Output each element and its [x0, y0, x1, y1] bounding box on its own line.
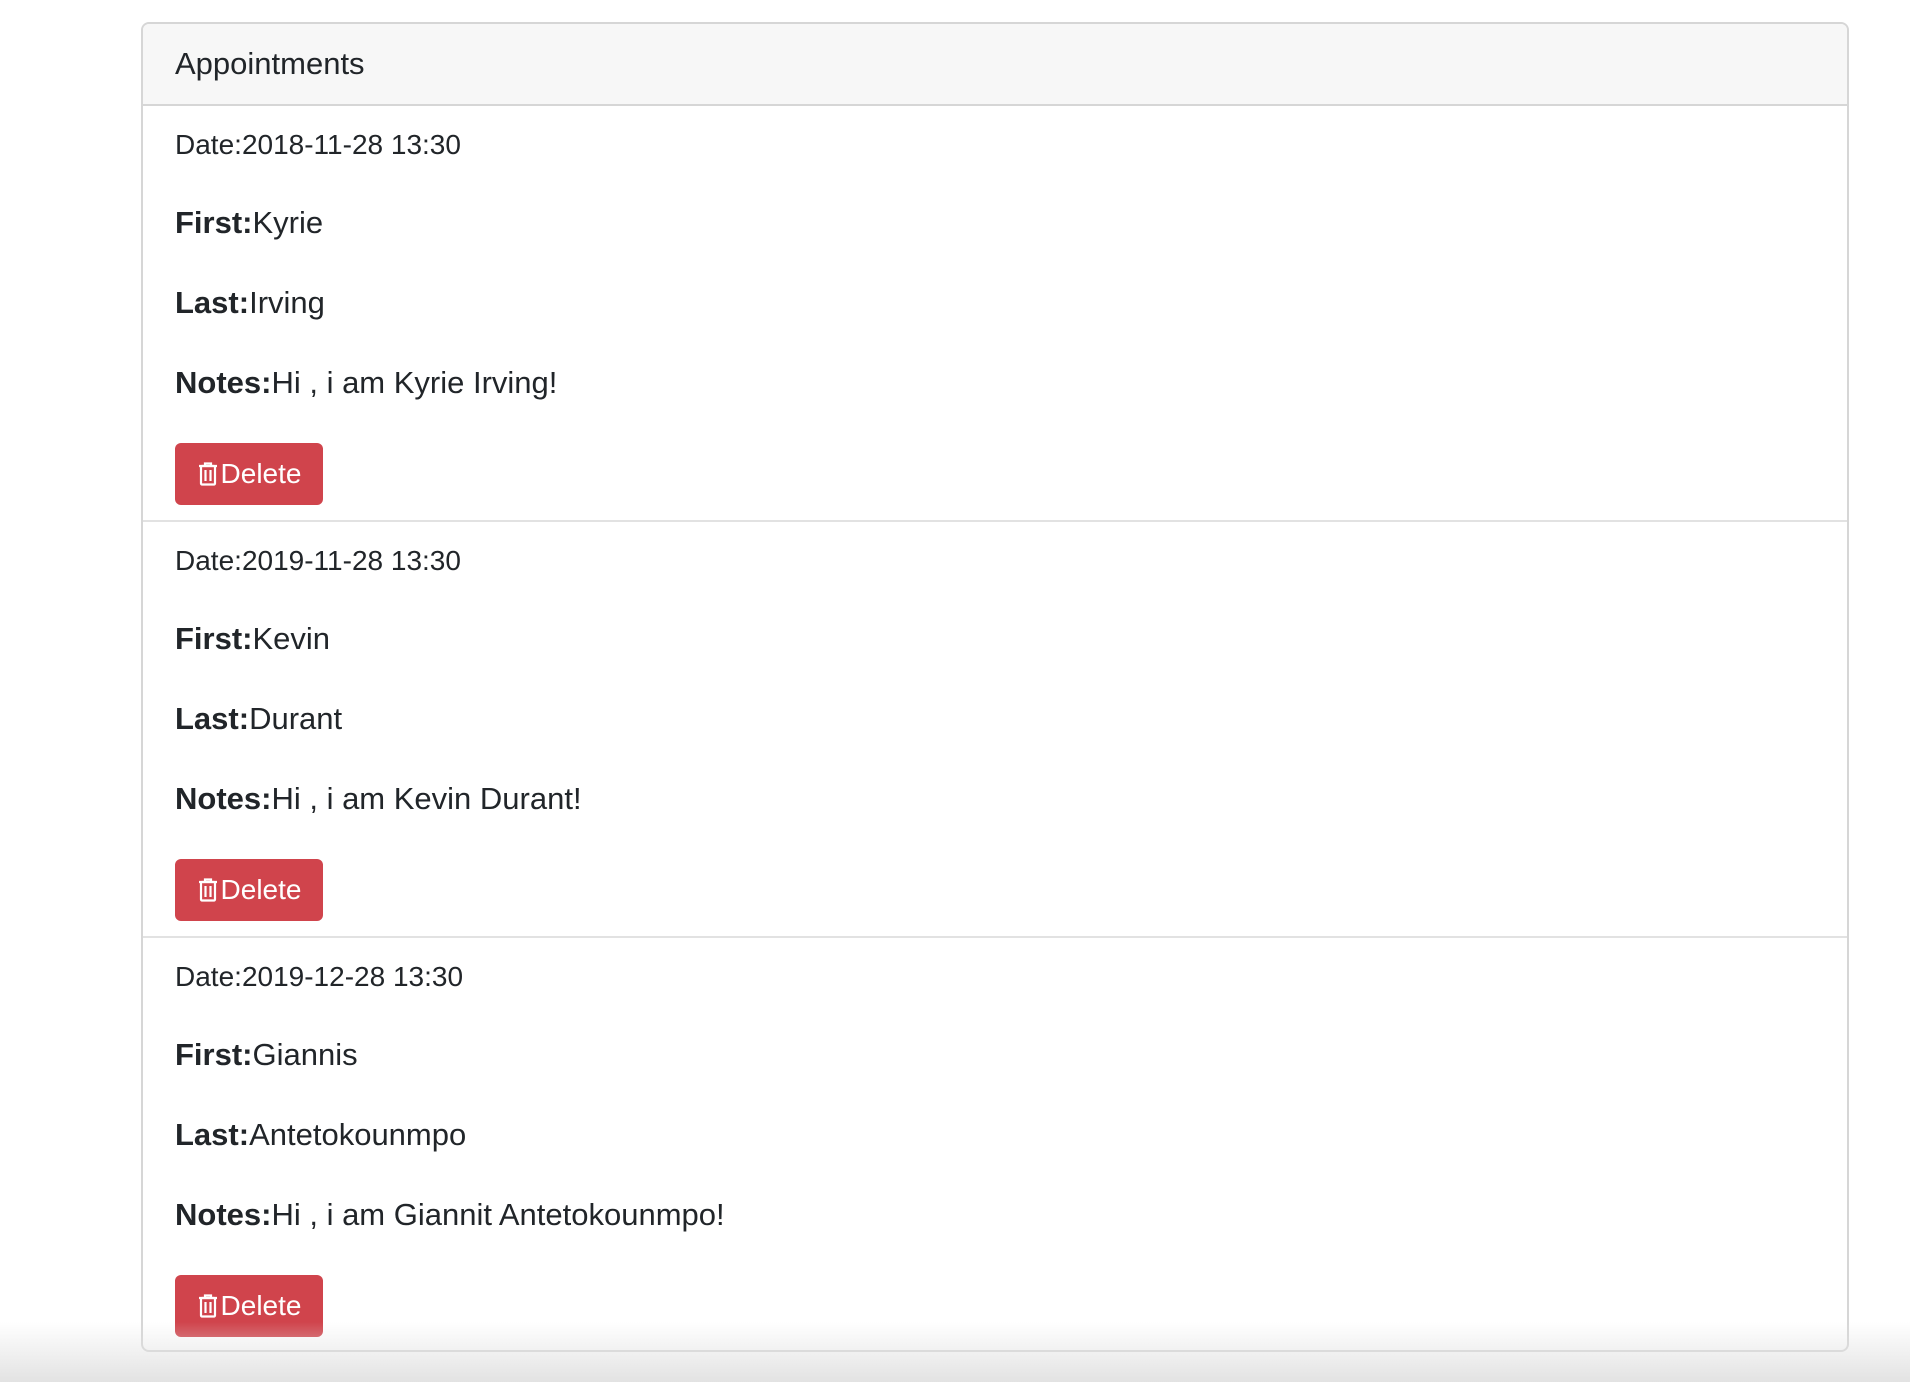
date-label: Date:	[175, 545, 242, 576]
first-label: First:	[175, 621, 253, 656]
last-label: Last:	[175, 1117, 250, 1152]
trash-icon	[197, 461, 219, 487]
trash-icon	[197, 1293, 219, 1319]
appointment-date: Date:2018-11-28 13:30	[175, 129, 461, 161]
appointment-date: Date:2019-11-28 13:30	[175, 545, 461, 577]
appointment-item: Date:2019-12-28 13:30 First:Giannis Last…	[143, 938, 1847, 1350]
card-header: Appointments	[143, 24, 1847, 106]
notes-value: Hi , i am Kyrie Irving!	[271, 365, 558, 400]
last-value: Irving	[249, 285, 325, 320]
card-title: Appointments	[175, 46, 365, 81]
delete-label: Delete	[220, 458, 302, 489]
last-value: Antetokounmpo	[249, 1117, 467, 1152]
first-value: Kevin	[252, 621, 331, 656]
appointment-item: Date:2019-11-28 13:30 First:Kevin Last:D…	[143, 522, 1847, 938]
last-label: Last:	[175, 701, 250, 736]
delete-button[interactable]: Delete	[175, 1275, 323, 1337]
notes-label: Notes:	[175, 1197, 272, 1232]
date-label: Date:	[175, 961, 242, 992]
delete-button[interactable]: Delete	[175, 443, 323, 505]
appointment-item: Date:2018-11-28 13:30 First:Kyrie Last:I…	[143, 106, 1847, 522]
notes-value: Hi , i am Kevin Durant!	[271, 781, 582, 816]
notes-line: Notes:Hi , i am Kevin Durant!	[175, 781, 582, 817]
notes-label: Notes:	[175, 365, 272, 400]
date-value: 2019-12-28 13:30	[241, 961, 464, 992]
last-name-line: Last:Durant	[175, 701, 342, 737]
last-name-line: Last:Antetokounmpo	[175, 1117, 466, 1153]
notes-line: Notes:Hi , i am Kyrie Irving!	[175, 365, 557, 401]
first-name-line: First:Giannis	[175, 1037, 358, 1073]
first-name-line: First:Kyrie	[175, 205, 323, 241]
last-name-line: Last:Irving	[175, 285, 325, 321]
delete-label: Delete	[220, 1290, 302, 1321]
notes-label: Notes:	[175, 781, 272, 816]
date-value: 2019-11-28 13:30	[241, 545, 461, 576]
last-value: Durant	[249, 701, 343, 736]
date-label: Date:	[175, 129, 242, 160]
first-name-line: First:Kevin	[175, 621, 330, 657]
first-label: First:	[175, 205, 253, 240]
notes-line: Notes:Hi , i am Giannit Antetokounmpo!	[175, 1197, 725, 1233]
appointment-date: Date:2019-12-28 13:30	[175, 961, 463, 993]
first-value: Giannis	[252, 1037, 358, 1072]
last-label: Last:	[175, 285, 250, 320]
first-label: First:	[175, 1037, 253, 1072]
delete-label: Delete	[220, 874, 302, 905]
appointments-card: Appointments Date:2018-11-28 13:30 First…	[141, 22, 1849, 1352]
delete-button[interactable]: Delete	[175, 859, 323, 921]
date-value: 2018-11-28 13:30	[241, 129, 461, 160]
trash-icon	[197, 877, 219, 903]
first-value: Kyrie	[252, 205, 324, 240]
notes-value: Hi , i am Giannit Antetokounmpo!	[271, 1197, 725, 1232]
